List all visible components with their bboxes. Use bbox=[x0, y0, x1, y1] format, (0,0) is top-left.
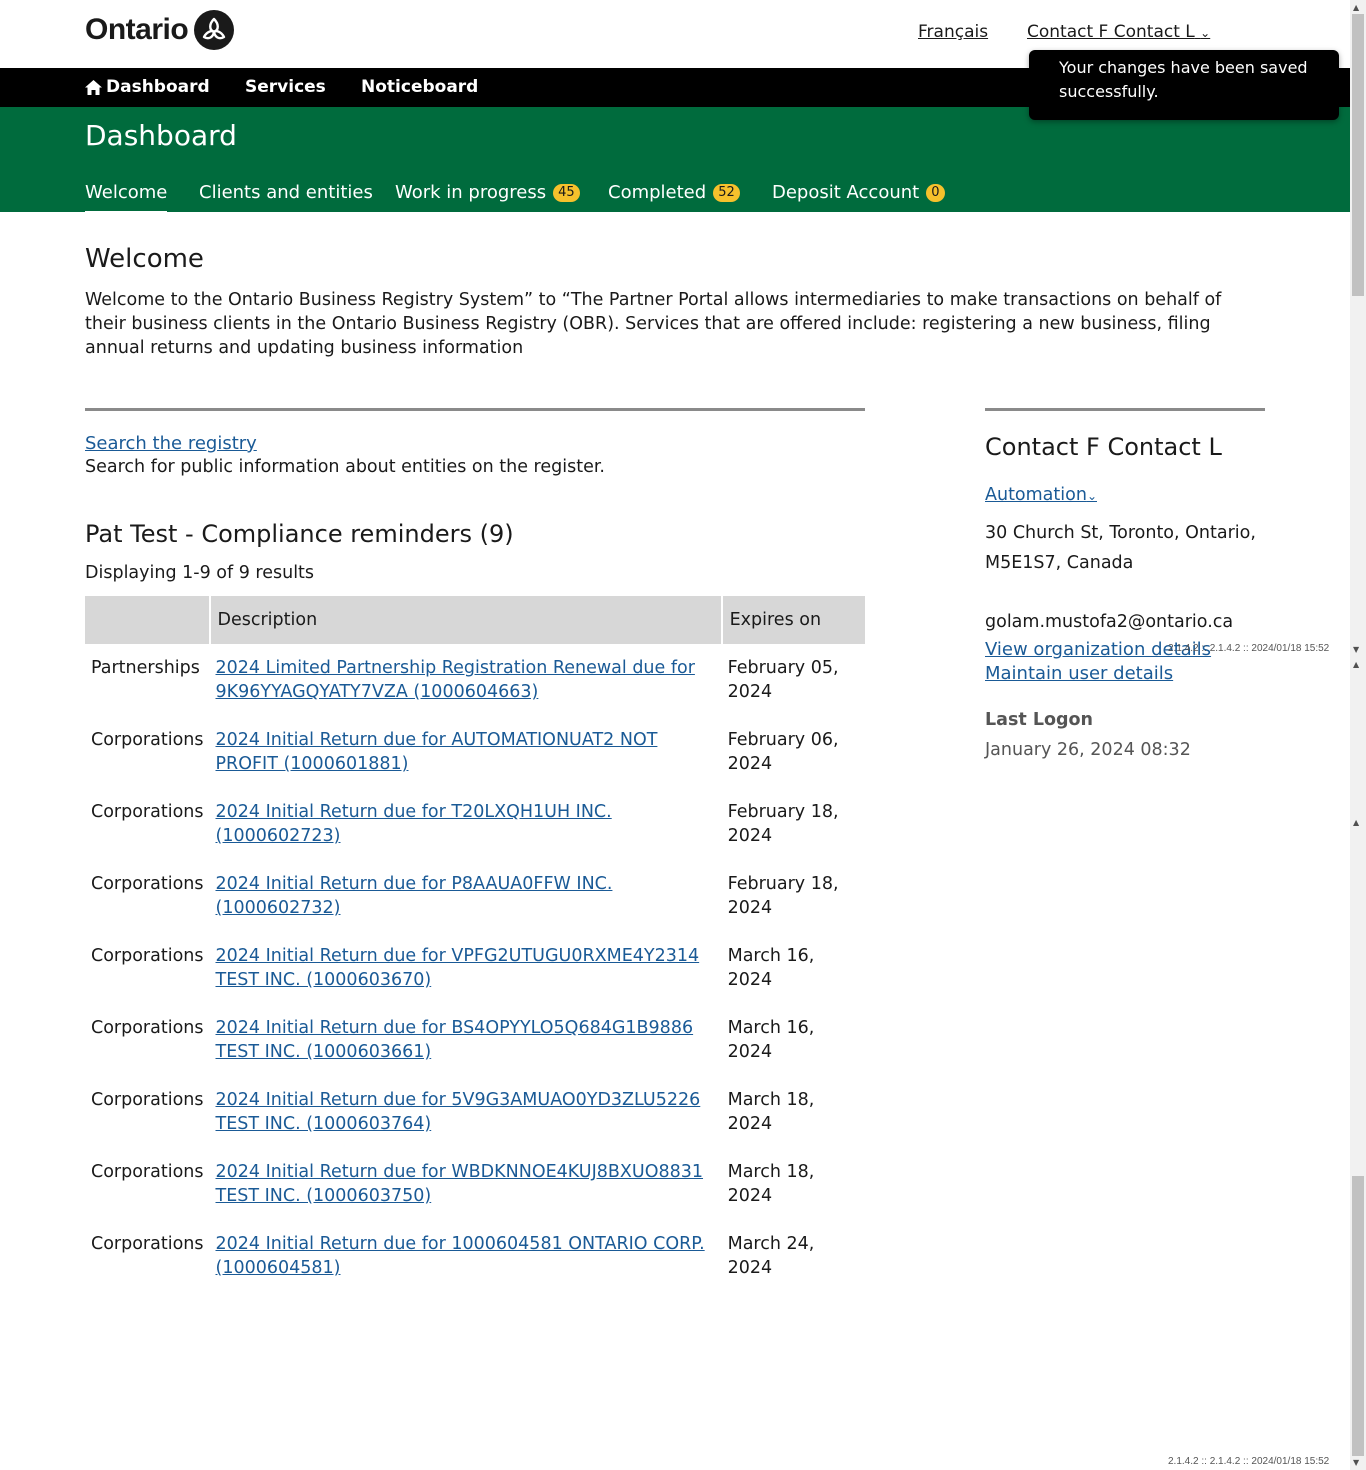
version-label: 2.1.4.2 :: 2.1.4.2 :: 2024/01/18 15:52 bbox=[1168, 1456, 1330, 1467]
last-logon-value: January 26, 2024 08:32 bbox=[985, 740, 1191, 760]
reminder-link[interactable]: 2024 Initial Return due for 1000604581 O… bbox=[216, 1234, 705, 1278]
scroll-down-icon[interactable]: ▼ bbox=[1353, 645, 1359, 654]
table-row: Corporations 2024 Initial Return due for… bbox=[85, 716, 865, 788]
tab-label: Clients and entities bbox=[199, 182, 373, 203]
reminder-link[interactable]: 2024 Initial Return due for VPFG2UTUGU0R… bbox=[216, 946, 700, 990]
divider bbox=[985, 408, 1265, 411]
tab-label: Deposit Account bbox=[772, 182, 920, 203]
scroll-up-icon[interactable]: ▲ bbox=[1353, 660, 1359, 669]
row-category: Corporations bbox=[91, 1234, 204, 1254]
table-row: Corporations 2024 Initial Return due for… bbox=[85, 860, 865, 932]
row-expires: February 05, 2024 bbox=[727, 658, 839, 702]
row-expires: February 18, 2024 bbox=[727, 802, 839, 846]
welcome-heading: Welcome bbox=[85, 244, 204, 274]
column-header: Expires on bbox=[720, 596, 865, 644]
user-menu[interactable]: Contact F Contact L ⌄ bbox=[1027, 22, 1210, 42]
tab-label: Completed bbox=[608, 182, 707, 203]
count-badge: 0 bbox=[926, 183, 945, 202]
chevron-down-icon: ⌄ bbox=[1200, 26, 1211, 40]
trillium-icon bbox=[194, 10, 235, 50]
nav-dashboard-label: Dashboard bbox=[106, 77, 210, 97]
scrollbar-thumb[interactable] bbox=[1352, 1176, 1364, 1456]
user-menu-label: Contact F Contact L bbox=[1027, 22, 1195, 42]
success-toast[interactable]: Your changes have been saved successfull… bbox=[1029, 50, 1339, 120]
language-toggle-link[interactable]: Français bbox=[918, 22, 988, 42]
results-count: Displaying 1-9 of 9 results bbox=[85, 563, 315, 583]
column-header: Description bbox=[208, 596, 722, 644]
row-expires: March 18, 2024 bbox=[727, 1090, 815, 1134]
scroll-up-icon[interactable]: ▲ bbox=[1353, 3, 1359, 12]
row-expires: March 24, 2024 bbox=[727, 1234, 815, 1278]
page-title: Dashboard bbox=[85, 119, 237, 152]
last-logon-label: Last Logon bbox=[985, 710, 1094, 730]
table-row: Corporations 2024 Initial Return due for… bbox=[85, 1004, 865, 1076]
row-category: Corporations bbox=[91, 946, 204, 966]
table-row: Corporations 2024 Initial Return due for… bbox=[85, 1076, 865, 1148]
maintain-user-link[interactable]: Maintain user details bbox=[985, 663, 1173, 684]
tab-work-in-progress[interactable]: Work in progress 45 bbox=[395, 182, 580, 203]
divider bbox=[85, 408, 865, 411]
row-category: Corporations bbox=[91, 1162, 204, 1182]
column-header bbox=[85, 596, 210, 644]
reminder-link[interactable]: 2024 Limited Partnership Registration Re… bbox=[216, 658, 695, 702]
tab-label: Work in progress bbox=[395, 182, 547, 203]
tab-welcome[interactable]: Welcome bbox=[85, 182, 168, 215]
table-row: Corporations 2024 Initial Return due for… bbox=[85, 788, 865, 860]
welcome-text: Welcome to the Ontario Business Registry… bbox=[85, 290, 1222, 358]
reminder-link[interactable]: 2024 Initial Return due for AUTOMATIONUA… bbox=[216, 730, 658, 774]
version-label: 2.1.4.2 :: 2.1.4.2 :: 2024/01/18 15:52 bbox=[1168, 643, 1330, 654]
row-category: Corporations bbox=[91, 1018, 204, 1038]
row-category: Corporations bbox=[91, 1090, 204, 1110]
reminder-link[interactable]: 2024 Initial Return due for WBDKNNOE4KUJ… bbox=[216, 1162, 704, 1206]
contact-email: golam.mustofa2@ontario.ca bbox=[985, 612, 1234, 632]
nav-services[interactable]: Services bbox=[245, 77, 326, 97]
row-expires: March 16, 2024 bbox=[727, 1018, 815, 1062]
table-row: Corporations 2024 Initial Return due for… bbox=[85, 1148, 865, 1220]
count-badge: 52 bbox=[713, 183, 740, 202]
row-expires: February 06, 2024 bbox=[727, 730, 839, 774]
reminder-link[interactable]: 2024 Initial Return due for T20LXQH1UH I… bbox=[216, 802, 612, 846]
row-expires: February 18, 2024 bbox=[727, 874, 839, 918]
reminder-link[interactable]: 2024 Initial Return due for BS4OPYYLO5Q6… bbox=[216, 1018, 694, 1062]
organization-dropdown[interactable]: Automation⌄ bbox=[985, 485, 1097, 505]
compliance-reminders-table: Description Expires on Partnerships 2024… bbox=[85, 596, 865, 1292]
tab-completed[interactable]: Completed 52 bbox=[608, 182, 740, 203]
chevron-down-icon: ⌄ bbox=[1086, 489, 1097, 503]
nav-dashboard[interactable]: Dashboard bbox=[85, 77, 210, 97]
reminders-heading: Pat Test - Compliance reminders (9) bbox=[85, 520, 514, 548]
scroll-up-icon[interactable]: ▲ bbox=[1353, 818, 1359, 827]
tab-label: Welcome bbox=[85, 182, 168, 203]
table-row: Corporations 2024 Initial Return due for… bbox=[85, 1220, 865, 1292]
home-icon bbox=[85, 79, 102, 95]
ontario-logo[interactable]: Ontario bbox=[85, 10, 235, 50]
scroll-down-icon[interactable]: ▼ bbox=[1353, 1458, 1359, 1467]
reminder-link[interactable]: 2024 Initial Return due for 5V9G3AMUAO0Y… bbox=[216, 1090, 701, 1134]
table-row: Partnerships 2024 Limited Partnership Re… bbox=[85, 644, 865, 716]
row-category: Corporations bbox=[91, 730, 204, 750]
row-expires: March 16, 2024 bbox=[727, 946, 815, 990]
nav-noticeboard[interactable]: Noticeboard bbox=[361, 77, 478, 97]
row-expires: March 18, 2024 bbox=[727, 1162, 815, 1206]
search-description: Search for public information about enti… bbox=[85, 457, 605, 477]
contact-name-heading: Contact F Contact L bbox=[985, 433, 1222, 461]
count-badge: 45 bbox=[553, 183, 580, 202]
search-registry-link[interactable]: Search the registry bbox=[85, 433, 257, 454]
table-header-row: Description Expires on bbox=[85, 596, 865, 644]
tab-clients-entities[interactable]: Clients and entities bbox=[199, 182, 373, 203]
table-row: Corporations 2024 Initial Return due for… bbox=[85, 932, 865, 1004]
row-category: Corporations bbox=[91, 874, 204, 894]
logo-text: Ontario bbox=[85, 13, 189, 46]
organization-address: 30 Church St, Toronto, Ontario, M5E1S7, … bbox=[985, 523, 1256, 573]
scrollbar-thumb[interactable] bbox=[1352, 14, 1364, 296]
organization-label: Automation bbox=[985, 485, 1087, 505]
row-category: Corporations bbox=[91, 802, 204, 822]
reminder-link[interactable]: 2024 Initial Return due for P8AAUA0FFW I… bbox=[216, 874, 613, 918]
tab-deposit-account[interactable]: Deposit Account 0 bbox=[772, 182, 945, 203]
dashboard-header: Dashboard Welcome Clients and entities W… bbox=[0, 107, 1350, 215]
page-scrollbar[interactable]: ▲ ▼ ▲ ▲ ▼ bbox=[1350, 0, 1366, 1470]
row-category: Partnerships bbox=[91, 658, 200, 678]
